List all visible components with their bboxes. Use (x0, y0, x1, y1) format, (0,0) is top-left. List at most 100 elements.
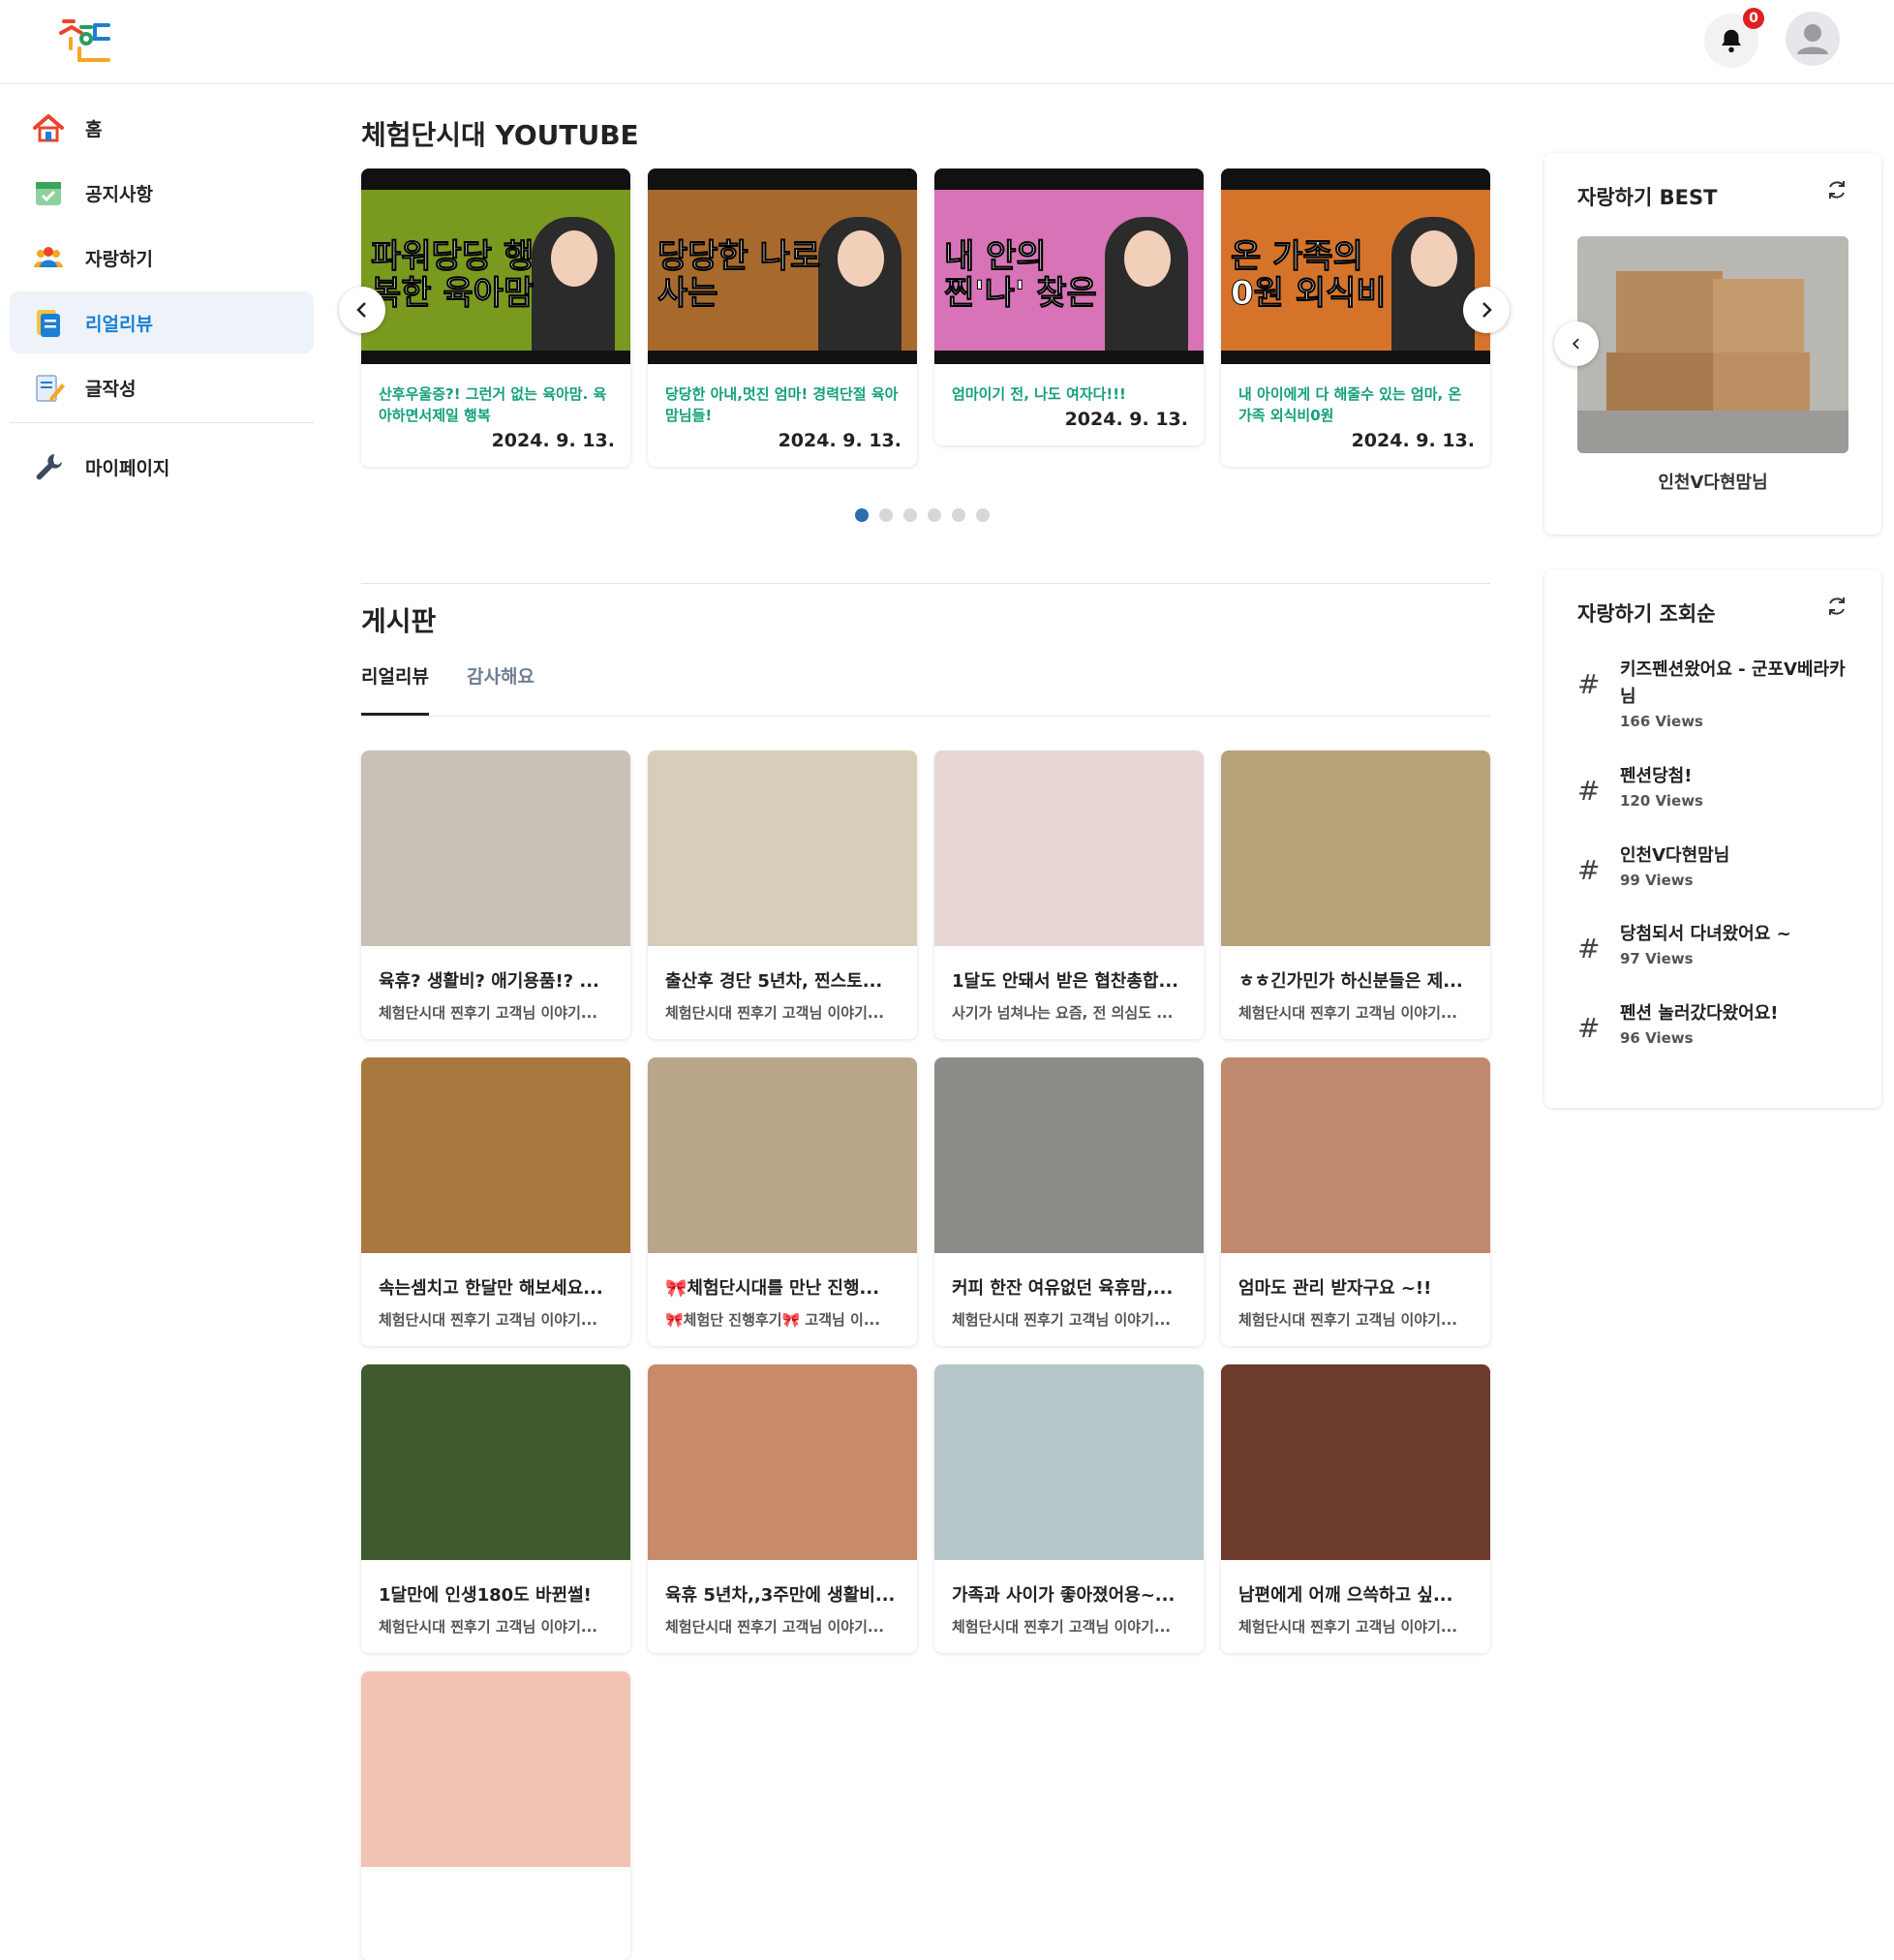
active-tab-indicator (361, 713, 429, 716)
carousel-dot[interactable] (976, 508, 990, 522)
carousel-dot[interactable] (928, 508, 941, 522)
refresh-icon[interactable] (1825, 595, 1848, 618)
views-rank-item[interactable]: # 당첨되서 다녀왔어요 ~ 97 Views (1577, 921, 1868, 969)
youtube-card[interactable]: 당당한 나로 사는 당당한 아내,멋진 엄마! 경력단절 육아맘님들! 2024… (648, 168, 917, 467)
post-image (361, 750, 630, 946)
post-image (1221, 1364, 1490, 1560)
youtube-card[interactable]: 온 가족의 0원 외식비 내 아이에게 다 해줄수 있는 엄마, 온가족 외식비… (1221, 168, 1490, 467)
avatar-icon (1797, 24, 1828, 54)
views-rank-item[interactable]: # 키즈펜션왔어요 - 군포V베라카님 166 Views (1577, 657, 1868, 734)
sidebar-item-real-review[interactable]: 리얼리뷰 (10, 291, 314, 353)
post-title: 출산후 경단 5년차, 찐스토... (665, 971, 883, 992)
youtube-card-date: 2024. 9. 13. (1351, 430, 1475, 451)
rank-title: 펜션당첨! (1620, 766, 1693, 786)
rank-title: 당첨되서 다녀왔어요 ~ (1620, 924, 1791, 944)
logo-icon (59, 19, 110, 62)
sidebar-item-label: 마이페이지 (85, 458, 170, 479)
calendar-check-icon (36, 182, 61, 205)
post-card[interactable] (361, 1671, 630, 1960)
views-rank-item[interactable]: # 인천V다현맘님 99 Views (1577, 842, 1868, 891)
document-icon (37, 310, 60, 337)
post-card[interactable]: 1달만에 인생180도 바뀐썰! 체험단시대 찐후기 고객님 이야기... (361, 1364, 630, 1653)
youtube-thumbnail: 온 가족의 0원 외식비 (1221, 168, 1490, 364)
post-excerpt: 체험단시대 찐후기 고객님 이야기... (1238, 1311, 1457, 1329)
rank-views: 99 Views (1620, 872, 1694, 889)
youtube-card-title: 산후우울증?! 그런거 없는 육아맘. 육아하면서제일 행복 (379, 385, 607, 424)
rank-views: 96 Views (1620, 1029, 1694, 1047)
youtube-thumbnail: 내 안의 찐'나' 찾은 (934, 168, 1204, 364)
panel-title: 자랑하기 조회순 (1577, 602, 1716, 626)
top-header: 0 (0, 0, 1894, 84)
sidebar-item-mypage[interactable]: 마이페이지 (10, 436, 314, 498)
post-card[interactable]: 1달도 안돼서 받은 협찬총합... 사기가 넘쳐나는 요즘, 전 의심도 ... (934, 750, 1204, 1039)
post-card[interactable]: 엄마도 관리 받자구요 ~!! 체험단시대 찐후기 고객님 이야기... (1221, 1057, 1490, 1346)
post-title: 육휴? 생활비? 애기용품!? ... (379, 971, 599, 992)
hash-icon: # (1577, 1012, 1601, 1044)
post-card[interactable]: 커피 한잔 여유없던 육휴맘,... 체험단시대 찐후기 고객님 이야기... (934, 1057, 1204, 1346)
chevron-left-icon (1572, 338, 1579, 350)
tab-real-review[interactable]: 리얼리뷰 (361, 662, 429, 689)
post-excerpt: 체험단시대 찐후기 고객님 이야기... (952, 1618, 1171, 1636)
carousel-dot[interactable] (952, 508, 965, 522)
best-post-image[interactable] (1577, 236, 1848, 453)
hash-icon: # (1577, 933, 1601, 965)
post-excerpt: 체험단시대 찐후기 고객님 이야기... (379, 1311, 597, 1329)
carousel-prev-button[interactable] (339, 287, 385, 333)
sidebar-item-notice[interactable]: 공지사항 (10, 162, 314, 224)
post-excerpt: 체험단시대 찐후기 고객님 이야기... (379, 1618, 597, 1636)
post-image (361, 1057, 630, 1253)
views-rank-item[interactable]: # 펜션당첨! 120 Views (1577, 763, 1868, 812)
best-prev-button[interactable] (1554, 322, 1599, 366)
carousel-dot[interactable] (879, 508, 893, 522)
post-excerpt: 🎀체험단 진행후기🎀 고객님 이... (665, 1311, 880, 1329)
sidebar-divider (10, 422, 314, 423)
chevron-left-icon (356, 302, 366, 318)
views-rank-item[interactable]: # 펜션 놀러갔다왔어요! 96 Views (1577, 1000, 1868, 1049)
post-image (648, 750, 917, 946)
post-card[interactable]: 속는셈치고 한달만 해보세요... 체험단시대 찐후기 고객님 이야기... (361, 1057, 630, 1346)
sidebar-item-brag[interactable]: 자랑하기 (10, 227, 314, 289)
site-logo[interactable] (58, 15, 112, 66)
rank-title: 펜션 놀러갔다왔어요! (1620, 1003, 1779, 1024)
edit-note-icon (36, 375, 65, 402)
post-title: 🎀체험단시대를 만난 진행... (665, 1278, 880, 1299)
youtube-card[interactable]: 내 안의 찐'나' 찾은 엄마이기 전, 나도 여자다!!! 2024. 9. … (934, 168, 1204, 445)
rank-views: 120 Views (1620, 792, 1703, 810)
carousel-dot[interactable] (855, 508, 869, 522)
hash-icon: # (1577, 854, 1601, 886)
post-card[interactable]: ㅎㅎ긴가민가 하신분들은 제... 체험단시대 찐후기 고객님 이야기... (1221, 750, 1490, 1039)
rank-views: 166 Views (1620, 713, 1703, 730)
sidebar-item-label: 글작성 (85, 379, 137, 400)
youtube-card[interactable]: 파워당당 행복한 육아맘 산후우울증?! 그런거 없는 육아맘. 육아하면서제일… (361, 168, 630, 467)
board-section-title: 게시판 (361, 605, 437, 637)
tab-thanks[interactable]: 감사해요 (467, 662, 535, 689)
post-excerpt: 사기가 넘쳐나는 요즘, 전 의심도 ... (952, 1004, 1174, 1022)
sidebar-item-home[interactable]: 홈 (10, 97, 314, 159)
post-card[interactable]: 육휴? 생활비? 애기용품!? ... 체험단시대 찐후기 고객님 이야기... (361, 750, 630, 1039)
brag-best-panel: 자랑하기 BEST 인천V다현맘님 (1544, 153, 1881, 535)
post-excerpt: 체험단시대 찐후기 고객님 이야기... (665, 1618, 884, 1636)
refresh-icon[interactable] (1825, 178, 1848, 201)
best-post-author[interactable]: 인천V다현맘님 (1544, 469, 1881, 494)
post-title: 커피 한잔 여유없던 육휴맘,... (952, 1278, 1174, 1299)
thumbnail-caption: 온 가족의 0원 외식비 (1231, 237, 1388, 313)
post-card[interactable]: 🎀체험단시대를 만난 진행... 🎀체험단 진행후기🎀 고객님 이... (648, 1057, 917, 1346)
youtube-thumbnail: 당당한 나로 사는 (648, 168, 917, 364)
post-card[interactable]: 가족과 사이가 좋아졌어용~... 체험단시대 찐후기 고객님 이야기... (934, 1364, 1204, 1653)
youtube-section-title: 체험단시대 YOUTUBE (361, 119, 639, 151)
carousel-dot[interactable] (903, 508, 917, 522)
user-avatar[interactable] (1786, 12, 1840, 66)
rank-title: 인천V다현맘님 (1620, 845, 1730, 866)
youtube-card-date: 2024. 9. 13. (778, 430, 901, 451)
post-image (1221, 1057, 1490, 1253)
post-excerpt: 체험단시대 찐후기 고객님 이야기... (1238, 1004, 1457, 1022)
post-card[interactable]: 남편에게 어깨 으쓱하고 싶... 체험단시대 찐후기 고객님 이야기... (1221, 1364, 1490, 1653)
post-image (934, 1057, 1204, 1253)
sidebar-item-write[interactable]: 글작성 (10, 356, 314, 418)
post-image (361, 1364, 630, 1560)
post-card[interactable]: 육휴 5년차,,3주만에 생활비... 체험단시대 찐후기 고객님 이야기... (648, 1364, 917, 1653)
youtube-card-title: 내 아이에게 다 해줄수 있는 엄마, 온가족 외식비0원 (1238, 385, 1462, 424)
post-card[interactable]: 출산후 경단 5년차, 찐스토... 체험단시대 찐후기 고객님 이야기... (648, 750, 917, 1039)
carousel-next-button[interactable] (1463, 287, 1510, 333)
rank-title: 키즈펜션왔어요 - 군포V베라카님 (1620, 659, 1846, 707)
